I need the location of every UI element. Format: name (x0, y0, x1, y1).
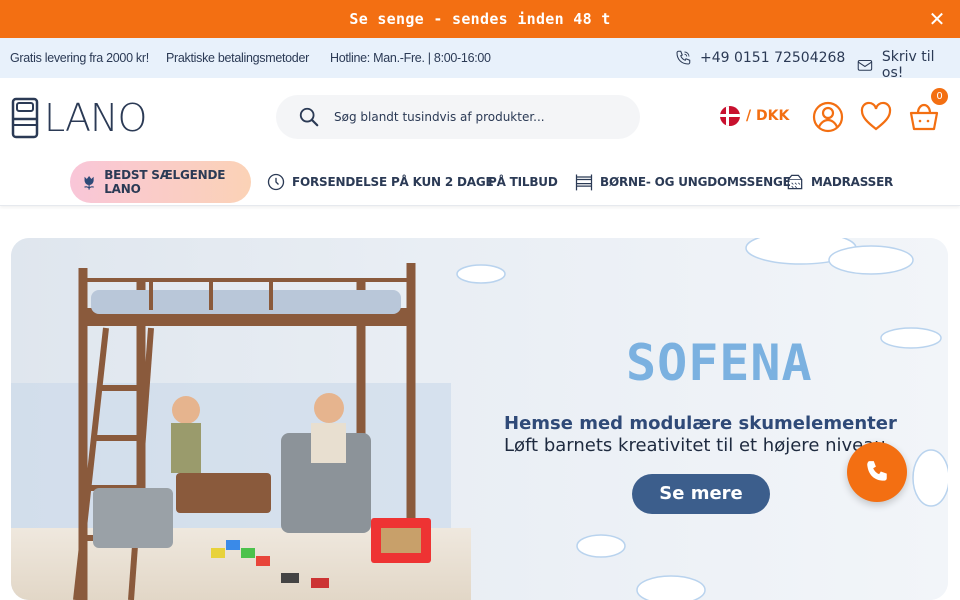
payment-methods-text: Praktiske betalingsmetoder (166, 51, 309, 65)
nav-label-shipping: FORSENDELSE PÅ KUN 2 DAGE (292, 175, 494, 189)
contact-text: Skriv til os! (881, 49, 935, 81)
phone-number: +49 0151 72504268 (700, 50, 846, 66)
search-icon[interactable] (298, 106, 320, 128)
logo[interactable]: LANO (10, 96, 147, 140)
currency-label: / DKK (746, 108, 790, 124)
clock-icon (267, 173, 285, 191)
currency-selector[interactable]: / DKK (720, 106, 789, 126)
phone-icon (676, 50, 691, 65)
close-icon[interactable]: ✕ (928, 9, 946, 29)
mail-icon (857, 60, 873, 71)
account-icon[interactable] (811, 100, 845, 134)
nav-label-bestsellers: BEDST SÆLGENDE LANO (104, 168, 226, 196)
nav-label-mattresses: MADRASSER (811, 175, 894, 189)
nav-label-kids-beds: BØRNE- OG UNGDOMSSENGE (600, 175, 791, 189)
nav-label-sale: PÅ TILBUD (488, 175, 558, 189)
hero-headline: Hemse med modulære skumelementer (504, 413, 897, 434)
mattress-icon (787, 174, 803, 190)
phone-link[interactable]: +49 0151 72504268 (674, 49, 845, 67)
bunk-bed-icon (575, 174, 593, 191)
cart-basket-icon[interactable] (907, 100, 941, 134)
denmark-flag-icon (720, 106, 740, 126)
main-nav: BEDST SÆLGENDE LANO FORSENDELSE PÅ KUN 2… (0, 158, 960, 206)
site-header: LANO / DKK (0, 78, 960, 158)
see-more-button[interactable]: Se mere (632, 474, 770, 514)
nav-item-mattresses[interactable]: MADRASSER (785, 161, 893, 203)
logo-text: LANO (44, 96, 147, 140)
free-shipping-text: Gratis levering fra 2000 kr! (10, 51, 149, 65)
call-button[interactable] (847, 442, 907, 502)
phone-handset-icon (867, 461, 887, 481)
search-bar[interactable] (276, 95, 640, 139)
cart-count-badge: 0 (931, 88, 948, 105)
nav-item-bestsellers[interactable]: BEDST SÆLGENDE LANO (70, 161, 251, 203)
hotline-text: Hotline: Man.-Fre. | 8:00-16:00 (330, 51, 491, 65)
hero-banner[interactable]: SOFENA Hemse med modulære skumelementer … (11, 238, 948, 600)
nav-item-shipping[interactable]: FORSENDELSE PÅ KUN 2 DAGE (266, 161, 494, 203)
announcement-bar: Se senge - sendes inden 48 t ✕ (0, 0, 960, 38)
nav-item-kids-beds[interactable]: BØRNE- OG UNGDOMSSENGE (574, 161, 791, 203)
info-bar: Gratis levering fra 2000 kr! Praktiske b… (0, 38, 960, 81)
wishlist-heart-icon[interactable] (859, 100, 893, 134)
nav-item-sale[interactable]: PÅ TILBUD (488, 161, 558, 203)
hero-brand-title: SOFENA (626, 334, 813, 392)
search-input[interactable] (334, 110, 614, 124)
bed-logo-icon (11, 97, 39, 139)
announcement-text[interactable]: Se senge - sendes inden 48 t (349, 10, 610, 28)
tulip-icon (84, 175, 95, 190)
contact-link[interactable]: Skriv til os! (856, 49, 960, 81)
hero-subline: Løft barnets kreativitet til et højere n… (504, 435, 886, 456)
